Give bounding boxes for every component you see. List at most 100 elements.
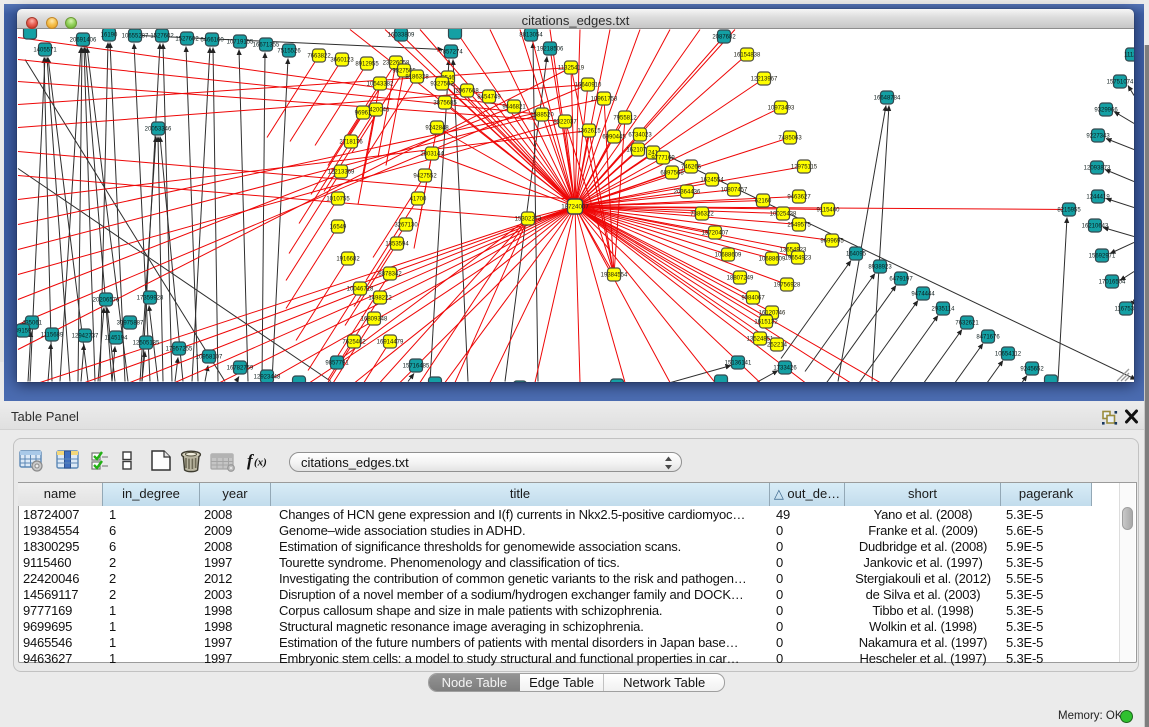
svg-text:9115460: 9115460 <box>817 208 841 214</box>
svg-text:7857274: 7857274 <box>439 50 463 56</box>
svg-text:8938923: 8938923 <box>868 265 892 271</box>
svg-text:164095: 164095 <box>846 252 867 258</box>
svg-text:20206576: 20206576 <box>93 298 120 304</box>
svg-text:30975887: 30975887 <box>117 321 144 327</box>
svg-text:10719155: 10719155 <box>227 40 254 46</box>
svg-text:20053346: 20053346 <box>145 127 172 133</box>
svg-text:16914479: 16914479 <box>377 340 404 346</box>
svg-text:8186328: 8186328 <box>405 75 429 81</box>
svg-text:10655287: 10655287 <box>122 34 149 40</box>
svg-text:9084067: 9084067 <box>741 296 765 302</box>
svg-text:1588520: 1588520 <box>530 113 554 119</box>
svg-text:8454749: 8454749 <box>477 95 501 101</box>
svg-text:9777169: 9777169 <box>651 156 675 162</box>
svg-text:9242848: 9242848 <box>425 126 449 132</box>
svg-text:1244419: 1244419 <box>1086 195 1110 201</box>
svg-text:12213369: 12213369 <box>328 170 355 176</box>
svg-text:16154838: 16154838 <box>734 53 761 59</box>
svg-text:11123: 11123 <box>1124 53 1134 59</box>
svg-text:10973493: 10973493 <box>768 106 795 112</box>
svg-text:1010755: 1010755 <box>326 197 350 203</box>
svg-text:6897568: 6897568 <box>660 171 684 177</box>
svg-text:6479197: 6479197 <box>889 277 913 283</box>
svg-text:16033809: 16033809 <box>388 33 415 39</box>
svg-text:12213967: 12213967 <box>751 77 778 83</box>
svg-text:10807457: 10807457 <box>721 188 748 194</box>
svg-text:9329966: 9329966 <box>1094 108 1118 114</box>
svg-text:16809348: 16809348 <box>361 317 388 323</box>
svg-text:3660123: 3660123 <box>330 58 354 64</box>
svg-text:16782759: 16782759 <box>227 366 254 372</box>
svg-text:746266: 746266 <box>681 165 702 171</box>
svg-text:8215955: 8215955 <box>1057 208 1081 214</box>
svg-text:8813054: 8813054 <box>519 33 543 39</box>
svg-text:9227343: 9227343 <box>1086 134 1110 140</box>
svg-text:3267130: 3267130 <box>394 223 418 229</box>
svg-text:8878342: 8878342 <box>378 272 402 278</box>
svg-text:9446821: 9446821 <box>502 105 526 111</box>
svg-text:15751074: 15751074 <box>1107 80 1134 86</box>
svg-text:12923448: 12923448 <box>254 375 281 381</box>
svg-text:(x): (x) <box>254 457 267 469</box>
svg-text:1405571: 1405571 <box>33 48 57 54</box>
svg-text:19384554: 19384554 <box>601 273 628 279</box>
svg-text:1167533: 1167533 <box>1115 307 1134 313</box>
svg-text:15136141: 15136141 <box>725 361 752 367</box>
svg-text:10025438: 10025438 <box>770 212 797 218</box>
svg-text:18724007: 18724007 <box>561 204 589 211</box>
svg-text:16549: 16549 <box>330 225 347 231</box>
svg-text:8912955: 8912955 <box>355 62 379 68</box>
svg-text:1527602: 1527602 <box>150 34 174 40</box>
svg-text:3875685: 3875685 <box>433 101 457 107</box>
svg-text:11325419: 11325419 <box>558 66 585 72</box>
svg-text:19654923: 19654923 <box>785 256 812 262</box>
svg-text:2967608: 2967608 <box>455 89 479 95</box>
svg-text:1615132: 1615132 <box>754 320 778 326</box>
svg-text:9463627: 9463627 <box>787 195 811 201</box>
svg-text:9427552: 9427552 <box>413 174 437 180</box>
svg-text:6466160: 6466160 <box>200 38 224 44</box>
svg-text:9857791: 9857791 <box>325 361 349 367</box>
svg-text:2087682: 2087682 <box>712 35 736 41</box>
svg-text:7386322: 7386322 <box>690 212 714 218</box>
svg-text:19218506: 19218506 <box>537 47 564 53</box>
svg-text:1527602: 1527602 <box>175 37 199 43</box>
svg-text:16671355: 16671355 <box>253 43 280 49</box>
svg-text:7625402: 7625402 <box>342 340 366 346</box>
svg-text:19756928: 19756928 <box>774 283 801 289</box>
svg-text:9474444: 9474444 <box>911 292 935 298</box>
svg-text:12942737: 12942737 <box>72 334 99 340</box>
svg-text:15302273: 15302273 <box>515 217 542 223</box>
svg-text:2803144: 2803144 <box>420 152 444 158</box>
svg-text:17359928: 17359928 <box>137 296 164 302</box>
svg-text:7663822: 7663822 <box>307 54 331 60</box>
svg-text:10688609: 10688609 <box>759 257 786 263</box>
svg-text:20364436: 20364436 <box>674 190 701 196</box>
svg-text:12975115: 12975115 <box>791 165 818 171</box>
svg-text:10958107: 10958107 <box>196 355 223 361</box>
svg-text:1624554: 1624554 <box>700 178 724 184</box>
svg-text:10688609: 10688609 <box>715 253 742 259</box>
svg-text:15692971: 15692971 <box>1089 254 1116 260</box>
svg-text:2935114: 2935114 <box>932 307 956 313</box>
svg-text:7515526: 7515526 <box>277 49 301 55</box>
svg-text:7485063: 7485063 <box>778 136 802 142</box>
svg-text:62160: 62160 <box>755 199 772 205</box>
svg-text:15716485: 15716485 <box>403 364 430 370</box>
svg-text:8471676: 8471676 <box>976 335 1000 341</box>
svg-text:16640910: 16640910 <box>575 83 602 89</box>
svg-text:252214: 252214 <box>767 343 788 349</box>
svg-text:9699695: 9699695 <box>820 239 844 245</box>
svg-text:8322037: 8322037 <box>553 120 577 126</box>
svg-text:1145194: 1145194 <box>105 336 129 342</box>
svg-text:15720407: 15720407 <box>702 231 729 237</box>
svg-text:20691406: 20691406 <box>70 38 97 44</box>
svg-text:1353594: 1353594 <box>385 242 409 248</box>
svg-text:1115689: 1115689 <box>41 333 64 339</box>
svg-text:10046718: 10046718 <box>347 287 374 293</box>
svg-text:1916682: 1916682 <box>336 257 360 263</box>
svg-text:12093873: 12093873 <box>1084 166 1111 172</box>
svg-text:2549575: 2549575 <box>787 223 811 229</box>
svg-text:9245652: 9245652 <box>1020 367 1044 373</box>
svg-text:9327502: 9327502 <box>430 82 454 88</box>
